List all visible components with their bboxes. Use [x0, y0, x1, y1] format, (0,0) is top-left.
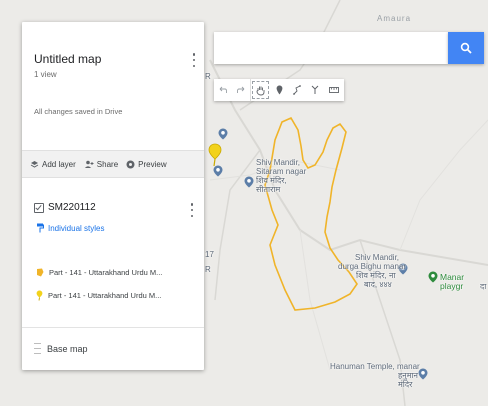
map-options-button[interactable]	[190, 52, 198, 68]
redo-button[interactable]	[232, 79, 250, 101]
styles-link-label: Individual styles	[48, 223, 105, 233]
select-tool-button[interactable]	[249, 79, 271, 101]
place-marker-icon[interactable]	[213, 165, 223, 177]
map-title[interactable]: Untitled map	[34, 52, 101, 66]
share-person-icon	[84, 160, 94, 168]
undo-icon	[219, 86, 227, 93]
search-button[interactable]	[448, 32, 484, 64]
place-label: शिव मंदिर, ना	[356, 271, 396, 280]
save-status: All changes saved in Drive	[34, 107, 123, 116]
place-marker-icon[interactable]	[218, 128, 228, 140]
individual-styles-link[interactable]: Individual styles	[36, 223, 104, 233]
view-count: 1 view	[34, 70, 57, 79]
directions-icon	[311, 85, 319, 94]
section-divider	[22, 327, 204, 328]
base-map-toggle[interactable]: Base map	[34, 343, 88, 354]
place-label: मंदिर	[398, 380, 413, 389]
place-label: Sitaram nagar	[256, 167, 307, 176]
feature-label: Part - 141 - Uttarakhand Urdu M...	[49, 268, 163, 277]
draw-line-button[interactable]	[288, 79, 306, 101]
base-map-icon	[34, 343, 41, 354]
map-toolbar	[214, 79, 344, 101]
place-label: शिव मंदिर,	[256, 176, 287, 185]
measure-button[interactable]	[324, 79, 344, 101]
place-label: Hanuman Temple, manar	[330, 362, 420, 371]
pin-icon	[36, 290, 43, 301]
feature-item[interactable]: Part - 141 - Uttarakhand Urdu M...	[36, 268, 162, 277]
polygon-icon	[37, 268, 44, 277]
paint-roller-icon	[37, 223, 44, 233]
place-label-amaura: Amaura	[377, 14, 412, 23]
share-label: Share	[96, 159, 119, 169]
preview-button[interactable]: Preview	[126, 159, 167, 169]
preview-eye-icon	[126, 160, 135, 168]
feature-item[interactable]: Part - 141 - Uttarakhand Urdu M...	[36, 290, 161, 301]
map-actions-bar: Add layer Share Preview	[22, 150, 204, 178]
place-label: बाद, ४४४	[364, 280, 392, 289]
hand-icon	[256, 86, 265, 95]
more-vert-icon	[192, 53, 196, 56]
search-icon	[460, 42, 472, 54]
layer-header: SM220112	[34, 202, 96, 213]
more-vert-icon	[190, 203, 194, 206]
place-label: durga Bighu manar	[338, 262, 407, 271]
layer-options-button[interactable]	[188, 202, 196, 218]
place-label: सीताराम	[256, 185, 281, 194]
add-marker-button[interactable]	[271, 79, 289, 101]
pin-icon[interactable]	[208, 143, 222, 167]
route-polygon	[264, 116, 358, 311]
map-label-fragment: R	[205, 265, 211, 274]
preview-label: Preview	[138, 159, 167, 169]
draw-line-icon	[292, 85, 301, 95]
base-map-label: Base map	[47, 343, 88, 354]
add-layer-button[interactable]: Add layer	[30, 160, 76, 169]
undo-button[interactable]	[214, 79, 232, 101]
place-label: Shiv Mandir,	[355, 253, 400, 262]
marker-icon	[276, 85, 283, 95]
layer-name[interactable]: SM220112	[48, 202, 96, 213]
place-label: Manar playgr	[440, 272, 465, 291]
search-input[interactable]	[214, 32, 448, 64]
map-label-fragment: R	[205, 72, 211, 81]
redo-icon	[236, 86, 245, 93]
map-details-panel: Untitled map 1 view All changes saved in…	[22, 22, 204, 370]
directions-button[interactable]	[306, 79, 324, 101]
place-marker-icon[interactable]	[244, 176, 254, 188]
add-layer-icon	[30, 160, 39, 168]
share-button[interactable]: Share	[84, 160, 118, 169]
place-label: हनुमान	[398, 371, 418, 380]
park-marker-icon[interactable]	[428, 271, 438, 283]
ruler-icon	[329, 87, 340, 93]
place-label: Shiv Mandir,	[256, 158, 301, 167]
add-layer-label: Add layer	[42, 159, 76, 169]
layer-visibility-checkbox[interactable]	[34, 202, 44, 213]
map-title-block: Untitled map 1 view	[34, 52, 101, 79]
feature-label: Part - 141 - Uttarakhand Urdu M...	[48, 291, 162, 300]
map-label-fragment: 17	[205, 250, 214, 259]
